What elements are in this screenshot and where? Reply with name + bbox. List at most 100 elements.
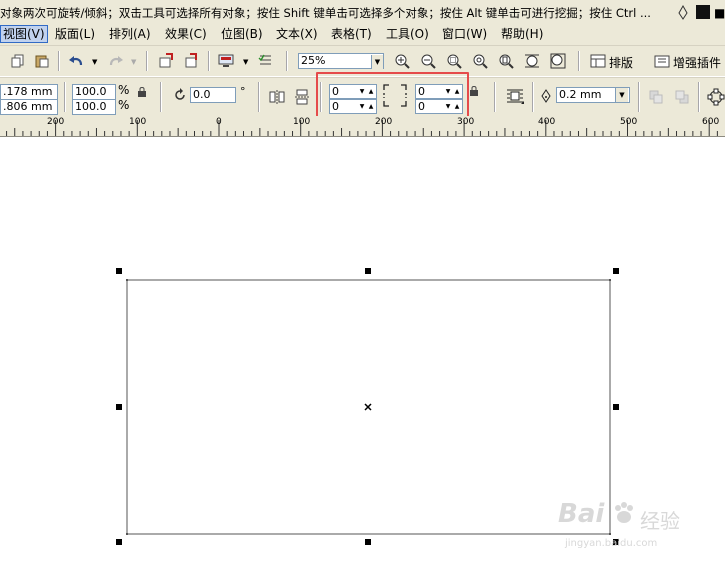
zoom-out-icon xyxy=(421,54,436,69)
lock-icon xyxy=(138,87,146,97)
selection-handle-right[interactable] xyxy=(613,404,619,410)
zoom-to-selection-button[interactable] xyxy=(444,51,464,71)
paw-icon xyxy=(612,501,636,530)
menu-arrange[interactable]: 排列(A) xyxy=(107,26,153,42)
zoom-all-objects-button[interactable] xyxy=(470,51,490,71)
watermark-brand-cn: 经验 xyxy=(640,509,680,533)
outline-width-dropdown-icon[interactable]: ▼ xyxy=(615,88,628,102)
monitor-icon xyxy=(218,54,234,67)
outline-pen-icon xyxy=(540,89,552,106)
svg-text:■: ■ xyxy=(714,6,725,20)
ruler-ticks xyxy=(6,120,718,136)
undo-button[interactable] xyxy=(66,51,86,71)
horizontal-ruler[interactable]: 200 100 0 100 200 300 400 500 600 xyxy=(0,116,725,137)
zoom-all-icon xyxy=(473,54,488,69)
layout-tool-label[interactable]: 排版 xyxy=(609,54,633,71)
zoom-page-button[interactable] xyxy=(496,51,516,71)
plugin-label[interactable]: 增强插件 xyxy=(673,54,721,71)
scale-x-unit: % xyxy=(118,83,130,97)
to-front-button[interactable] xyxy=(646,87,666,107)
mirror-vertical-button[interactable] xyxy=(292,87,312,107)
redo-dropdown-icon[interactable]: ▼ xyxy=(131,58,136,66)
menu-view[interactable]: 视图(V) xyxy=(0,25,48,43)
convert-to-curves-button[interactable] xyxy=(706,87,725,107)
menu-tools[interactable]: 工具(O) xyxy=(384,26,431,42)
corner-node xyxy=(126,279,128,281)
redo-button[interactable] xyxy=(106,51,126,71)
menu-bitmap[interactable]: 位图(B) xyxy=(219,26,265,42)
menu-layout[interactable]: 版面(L) xyxy=(53,26,97,42)
zoom-in-button[interactable] xyxy=(392,51,412,71)
selection-handle-top-right[interactable] xyxy=(613,268,619,274)
toolbar-separator xyxy=(286,51,288,71)
position-x-field[interactable]: .178 mm xyxy=(0,84,58,100)
menu-table[interactable]: 表格(T) xyxy=(329,26,374,42)
wrap-text-button[interactable] xyxy=(505,86,525,106)
toolbar-separator xyxy=(258,82,260,112)
selection-handle-bottom[interactable] xyxy=(365,539,371,545)
ruler-label: 200 xyxy=(375,117,393,127)
to-back-button[interactable] xyxy=(672,87,692,107)
outline-width-value: 0.2 mm xyxy=(559,88,602,101)
undo-dropdown-icon[interactable]: ▼ xyxy=(92,58,97,66)
rotation-degree-unit: ° xyxy=(240,85,246,98)
copy-button[interactable] xyxy=(8,51,28,71)
mirror-horizontal-button[interactable] xyxy=(267,87,287,107)
drawing-canvas[interactable]: Bai 经验 jingyan.baidu.com xyxy=(0,137,725,573)
selection-handle-bottom-left[interactable] xyxy=(116,539,122,545)
status-bar: 对象两次可旋转/倾斜；双击工具可选择所有对象；按住 Shift 键单击可选择多个… xyxy=(0,0,725,25)
zoom-page-width-button[interactable] xyxy=(522,51,542,71)
paste-button[interactable] xyxy=(32,51,52,71)
layout-icon xyxy=(590,54,606,68)
menu-window[interactable]: 窗口(W) xyxy=(440,26,489,42)
watermark-url: jingyan.baidu.com xyxy=(565,538,658,549)
layout-tool-button[interactable] xyxy=(588,51,608,71)
application-launcher-button[interactable] xyxy=(216,51,236,71)
selection-handle-top[interactable] xyxy=(365,268,371,274)
ruler-label: 100 xyxy=(293,117,311,127)
import-button[interactable] xyxy=(156,51,176,71)
menu-effects[interactable]: 效果(C) xyxy=(163,26,209,42)
options-button[interactable] xyxy=(256,51,276,71)
zoom-dropdown-icon[interactable]: ▼ xyxy=(371,55,383,69)
selection-handle-top-left[interactable] xyxy=(116,268,122,274)
corner-lock-button[interactable] xyxy=(467,83,481,99)
fill-swatch-icon xyxy=(696,5,710,19)
convert-curves-icon xyxy=(707,88,725,106)
zoom-out-button[interactable] xyxy=(418,51,438,71)
zoom-selection-icon xyxy=(447,54,462,69)
mirror-horizontal-icon xyxy=(269,90,285,104)
corner-node xyxy=(609,533,611,535)
scale-y-field[interactable]: 100.0 xyxy=(72,99,116,115)
lock-ratio-button[interactable] xyxy=(134,84,150,100)
toolbar-separator xyxy=(146,51,148,71)
toolbar-separator xyxy=(532,82,534,112)
export-button[interactable] xyxy=(182,51,202,71)
scale-x-field[interactable]: 100.0 xyxy=(72,84,116,100)
import-icon xyxy=(159,53,173,68)
plugin-icon xyxy=(654,55,670,68)
menu-text[interactable]: 文本(X) xyxy=(274,26,320,42)
to-front-icon xyxy=(649,90,663,104)
scale-y-unit: % xyxy=(118,98,130,112)
menu-help[interactable]: 帮助(H) xyxy=(499,26,545,42)
ruler-label: 400 xyxy=(538,117,556,127)
position-y-value: .806 mm xyxy=(3,100,53,113)
pen-nib-icon: ■ xyxy=(678,4,725,20)
watermark-brand: Bai xyxy=(558,499,605,529)
corner-node xyxy=(609,279,611,281)
position-y-field[interactable]: .806 mm xyxy=(0,99,58,115)
zoom-page-icon xyxy=(499,54,514,69)
rotation-angle-field[interactable]: 0.0 xyxy=(190,87,236,103)
ruler-label: 0 xyxy=(216,117,222,127)
zoom-page-height-button[interactable] xyxy=(548,51,568,71)
center-mark-icon xyxy=(364,403,372,411)
toolbar-separator xyxy=(208,51,210,71)
selection-handle-left[interactable] xyxy=(116,404,122,410)
plugin-button[interactable] xyxy=(652,51,672,71)
rotate-icon xyxy=(173,88,187,105)
ruler-label: 600 xyxy=(702,117,720,127)
zoom-height-icon xyxy=(550,53,566,69)
ruler-label: 500 xyxy=(620,117,638,127)
launcher-dropdown-icon[interactable]: ▼ xyxy=(243,58,248,66)
